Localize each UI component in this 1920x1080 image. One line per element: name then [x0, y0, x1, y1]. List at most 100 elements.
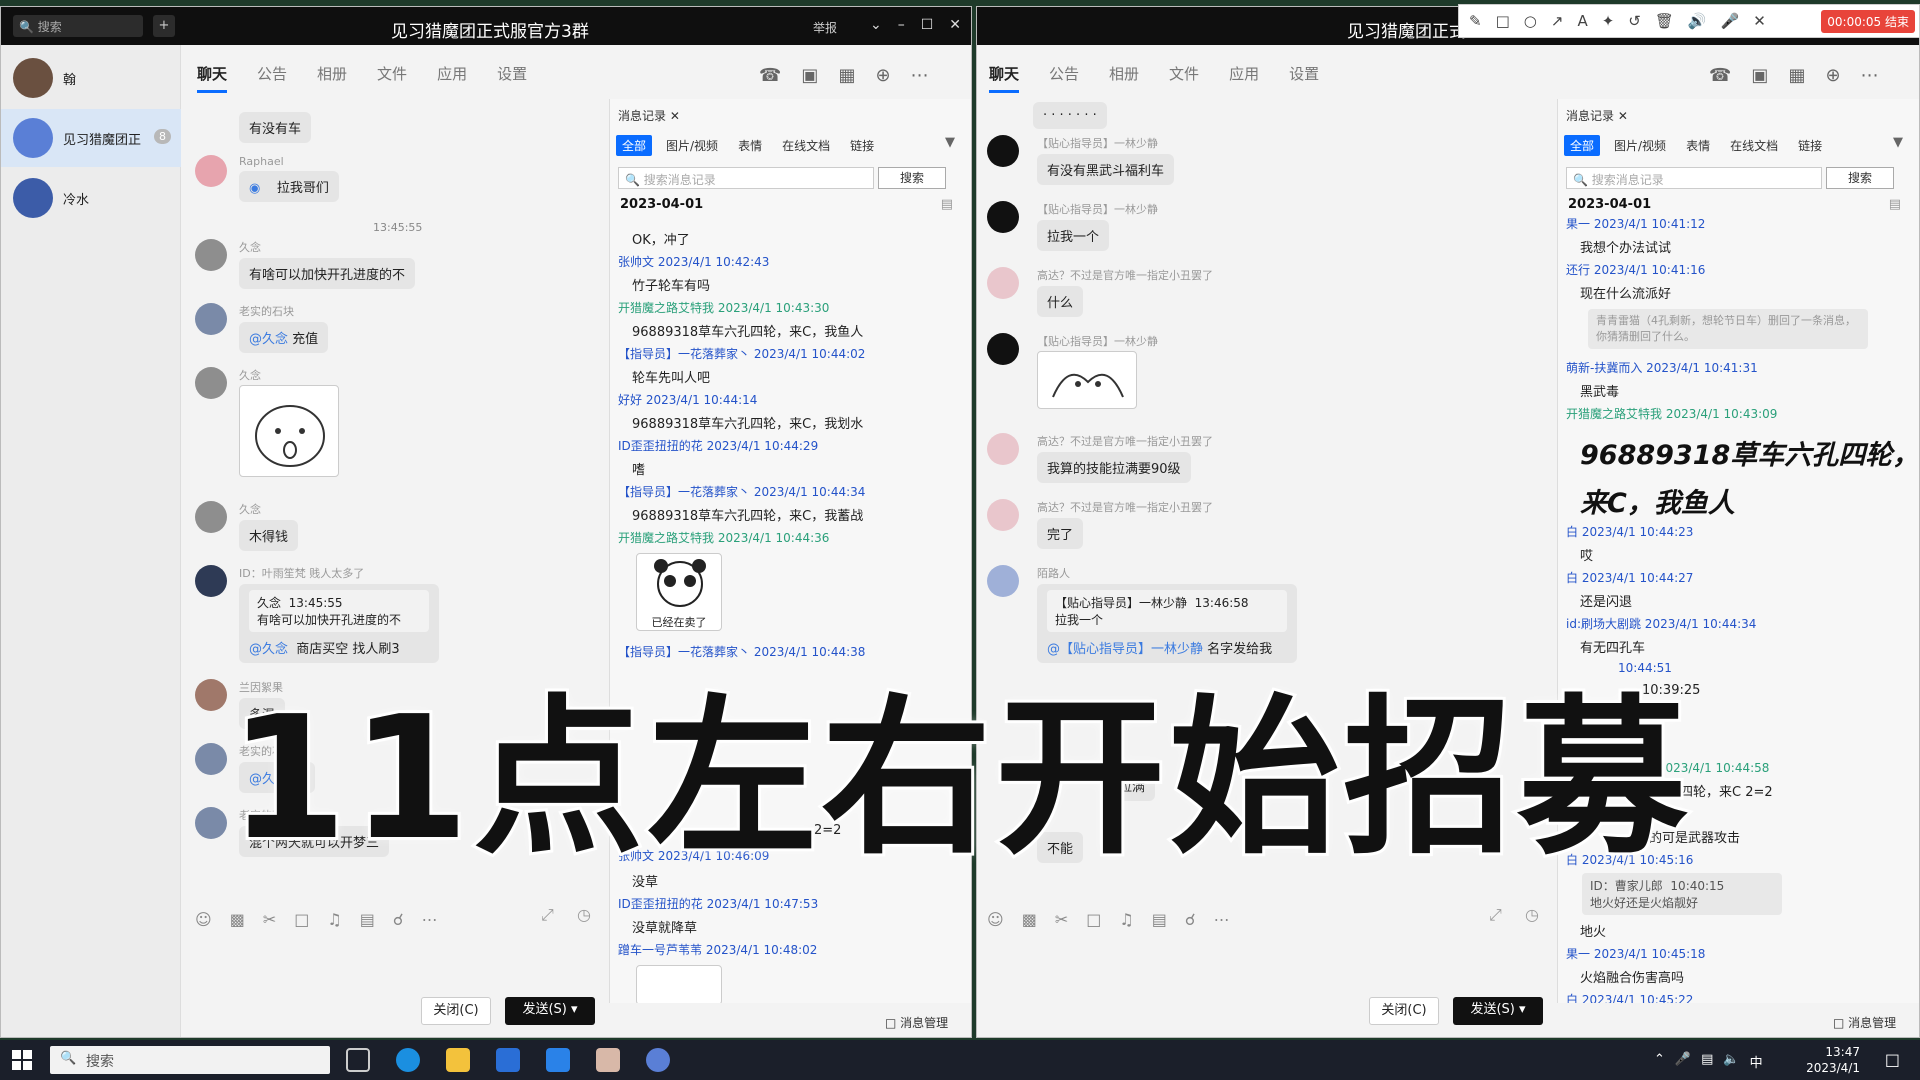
mute-icon[interactable]: ☌ — [1185, 910, 1196, 929]
edge-icon[interactable] — [396, 1048, 420, 1072]
add-icon[interactable]: + — [153, 15, 175, 37]
minimize-icon[interactable]: – — [898, 17, 905, 33]
quoted-message[interactable]: 【贴心指导员】一林少静 13:46:58 拉我一个 — [1047, 590, 1287, 632]
qq-app-icon[interactable] — [646, 1048, 670, 1072]
taskbar-clock[interactable]: 13:47 2023/4/1 — [1806, 1044, 1860, 1076]
mail-icon[interactable] — [546, 1048, 570, 1072]
folder-icon[interactable]: □ — [1086, 910, 1101, 929]
class-icon[interactable]: ▦ — [1788, 65, 1805, 86]
history-tab-emoji[interactable]: 表情 — [732, 135, 768, 156]
image-icon[interactable]: ▤ — [360, 910, 375, 929]
contact-search-input[interactable]: 🔍 搜索 — [13, 15, 143, 37]
store-icon[interactable] — [496, 1048, 520, 1072]
arrow-icon[interactable]: ↗ — [1551, 12, 1564, 30]
network-icon[interactable]: ▤ — [1701, 1052, 1713, 1071]
message-manage-link[interactable]: □ 消息管理 — [1833, 1014, 1896, 1031]
history-tab-media[interactable]: 图片/视频 — [1608, 135, 1672, 156]
chevron-up-icon[interactable]: ⌃ — [1654, 1052, 1665, 1071]
history-tab-all[interactable]: 全部 — [616, 135, 653, 156]
music-icon[interactable]: ♫ — [327, 910, 341, 929]
tab-settings[interactable]: 设置 — [1289, 63, 1319, 93]
text-icon[interactable]: A — [1577, 12, 1587, 30]
send-button[interactable]: 发送(S) ▾ — [505, 997, 595, 1025]
close-button[interactable]: 关闭(C) — [421, 997, 491, 1025]
history-tab-links[interactable]: 链接 — [1792, 135, 1828, 156]
contact-item[interactable]: 翰 — [1, 49, 181, 107]
close-icon[interactable]: ✕ — [670, 109, 680, 123]
video-icon[interactable]: ▣ — [1751, 65, 1768, 86]
undo-icon[interactable]: ↺ — [1628, 12, 1641, 30]
mention[interactable]: @久念 — [249, 332, 288, 347]
history-tab-links[interactable]: 链接 — [844, 135, 880, 156]
trash-icon[interactable]: 🗑 — [1655, 12, 1674, 30]
close-button[interactable]: 关闭(C) — [1369, 997, 1439, 1025]
mute-icon[interactable]: ☌ — [393, 910, 404, 929]
notification-icon[interactable]: □ — [1885, 1050, 1900, 1069]
tab-announce[interactable]: 公告 — [1049, 63, 1079, 93]
panda-sticker[interactable]: 已经在卖了 — [636, 553, 722, 631]
gif-icon[interactable]: ▩ — [1022, 910, 1037, 929]
send-button[interactable]: 发送(S) ▾ — [1453, 997, 1543, 1025]
class-icon[interactable]: ▦ — [838, 65, 855, 86]
gif-icon[interactable]: ▩ — [230, 910, 245, 929]
task-view-icon[interactable] — [346, 1048, 370, 1072]
expand-icon[interactable]: ⤢ — [541, 905, 554, 925]
microphone-icon[interactable]: 🎤 — [1721, 12, 1740, 30]
history-tab-docs[interactable]: 在线文档 — [776, 135, 836, 156]
scissors-icon[interactable]: ✂ — [1055, 910, 1068, 929]
history-search-button[interactable]: 搜索 — [1826, 167, 1894, 189]
quoted-message[interactable]: 久念 13:45:55 有啥可以加快开孔进度的不 — [249, 590, 429, 632]
phone-icon[interactable]: ☎ — [759, 65, 781, 86]
record-stop-button[interactable]: 00:00:05 结束 — [1821, 9, 1915, 33]
tab-settings[interactable]: 设置 — [497, 63, 527, 93]
close-icon[interactable]: ✕ — [949, 17, 961, 33]
filter-icon[interactable]: ▼ — [945, 135, 955, 150]
tab-files[interactable]: 文件 — [1169, 63, 1199, 93]
tab-files[interactable]: 文件 — [377, 63, 407, 93]
history-clock-icon[interactable]: ◷ — [577, 905, 591, 924]
history-tab-all[interactable]: 全部 — [1564, 135, 1601, 156]
chevron-down-icon[interactable]: ⌄ — [870, 17, 882, 33]
maximize-icon[interactable]: ☐ — [921, 17, 934, 33]
tab-apps[interactable]: 应用 — [1229, 63, 1259, 93]
video-icon[interactable]: ▣ — [801, 65, 818, 86]
more-icon[interactable]: ⋯ — [1861, 65, 1879, 86]
speaker-icon[interactable]: 🔊 — [1688, 12, 1707, 30]
more-icon[interactable]: ⋯ — [911, 65, 929, 86]
tab-album[interactable]: 相册 — [1109, 63, 1139, 93]
panda-sticker[interactable] — [636, 965, 722, 1003]
history-clock-icon[interactable]: ◷ — [1525, 905, 1539, 924]
image-icon[interactable]: ▤ — [1152, 910, 1167, 929]
scissors-icon[interactable]: ✂ — [263, 910, 276, 929]
history-tab-media[interactable]: 图片/视频 — [660, 135, 724, 156]
emoji-icon[interactable]: ☺ — [195, 910, 212, 929]
filter-icon[interactable]: ▼ — [1893, 135, 1903, 150]
microphone-icon[interactable]: 🎤 — [1675, 1052, 1691, 1071]
close-icon[interactable]: ✕ — [1753, 12, 1766, 30]
more-icon[interactable]: ⋯ — [1214, 910, 1230, 929]
history-tab-emoji[interactable]: 表情 — [1680, 135, 1716, 156]
expand-icon[interactable]: ⤢ — [1489, 905, 1502, 925]
contact-item[interactable]: 冷水 — [1, 169, 181, 227]
history-tab-docs[interactable]: 在线文档 — [1724, 135, 1784, 156]
message-manage-link[interactable]: □ 消息管理 — [885, 1014, 948, 1031]
history-search-input[interactable]: 🔍 搜索消息记录 — [618, 167, 874, 189]
sticker-image[interactable] — [239, 385, 339, 477]
music-icon[interactable]: ♫ — [1119, 910, 1133, 929]
report-link[interactable]: 举报 — [813, 19, 837, 36]
tab-chat[interactable]: 聊天 — [197, 63, 228, 93]
close-icon[interactable]: ✕ — [1618, 109, 1628, 123]
tab-apps[interactable]: 应用 — [437, 63, 467, 93]
taskbar-search-input[interactable]: 搜索 — [50, 1046, 330, 1074]
tab-album[interactable]: 相册 — [317, 63, 347, 93]
history-search-button[interactable]: 搜索 — [878, 167, 946, 189]
folder-icon[interactable]: □ — [294, 910, 309, 929]
pen-icon[interactable]: ✎ — [1469, 12, 1482, 30]
rectangle-icon[interactable]: □ — [1496, 12, 1510, 30]
more-icon[interactable]: ⋯ — [422, 910, 438, 929]
calendar-icon[interactable]: ▤ — [941, 197, 953, 212]
circle-icon[interactable]: ○ — [1524, 12, 1537, 30]
contact-item[interactable]: 见习猎魔团正 8 — [1, 109, 181, 167]
phone-icon[interactable]: ☎ — [1709, 65, 1731, 86]
ime-indicator[interactable]: 中 — [1750, 1052, 1763, 1071]
